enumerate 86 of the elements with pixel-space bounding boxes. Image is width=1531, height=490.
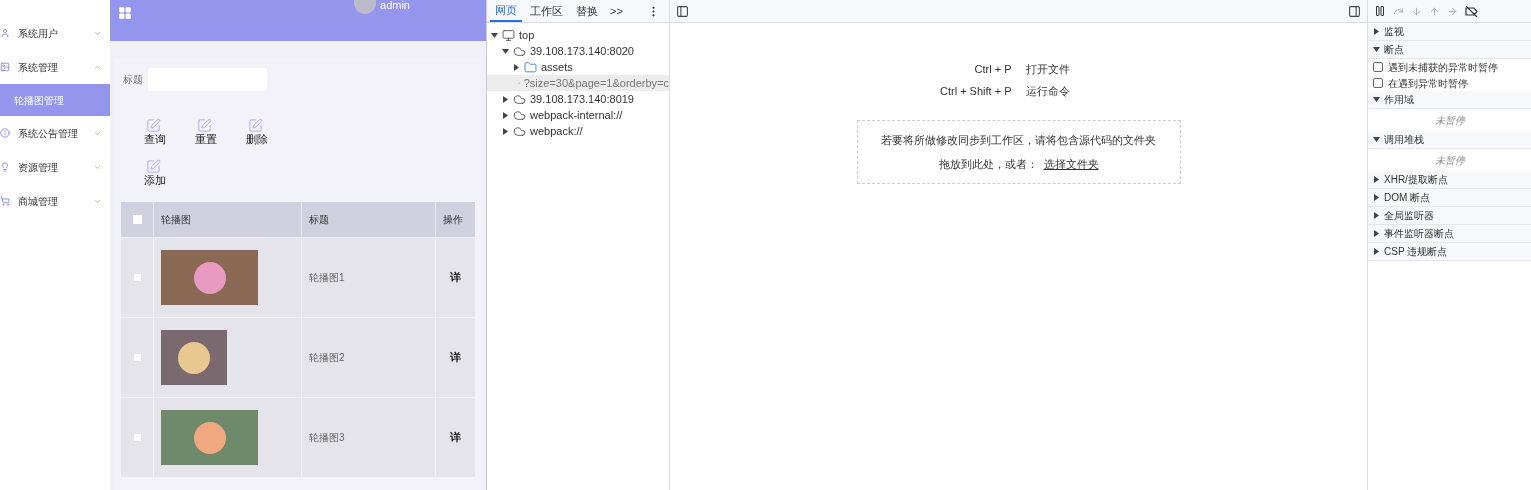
expanded-triangle-icon[interactable] [1373, 96, 1380, 103]
row-title: 轮播图2 [309, 351, 345, 365]
toggle-sidebar-icon[interactable] [676, 4, 689, 18]
detail-link[interactable]: 详 [450, 269, 461, 286]
photo-placeholder [161, 330, 227, 385]
checkbox-label[interactable]: 遇到未捕获的异常时暂停 [1388, 59, 1498, 75]
drop-hint: 拖放到此处，或者： [938, 157, 1038, 172]
tree-item[interactable]: assets [487, 59, 669, 75]
sidebar-item[interactable]: 系统用户 [0, 16, 110, 50]
tree-item[interactable]: ?size=30&page=1&orderby=c [487, 75, 669, 91]
empty-message: 未暂停 [1434, 153, 1465, 168]
collapsed-triangle-icon[interactable] [502, 127, 509, 135]
detail-link[interactable]: 详 [450, 349, 461, 366]
panel-tab[interactable]: 工作区 [525, 0, 568, 22]
expanded-triangle-icon[interactable] [1373, 46, 1380, 53]
more-tabs-button[interactable]: >> [606, 2, 627, 20]
deactivate-breakpoints-icon[interactable] [1465, 5, 1478, 17]
frame-icon [502, 28, 515, 42]
expanded-triangle-icon[interactable] [502, 47, 509, 55]
collapsed-triangle-icon[interactable] [513, 63, 520, 71]
collapsed-triangle-icon[interactable] [502, 111, 509, 119]
select-folder-link[interactable]: 选择文件夹 [1043, 156, 1099, 173]
edit-icon [197, 118, 212, 133]
tree-item[interactable]: 39.108.173.140:8020 [487, 43, 669, 59]
edit-icon [146, 118, 161, 133]
action-button[interactable]: 添加 [144, 159, 174, 186]
cloud-icon [513, 124, 526, 138]
collapsed-triangle-icon[interactable] [1373, 194, 1380, 201]
checkbox-label[interactable]: 在遇到异常时暂停 [1388, 75, 1468, 91]
checkbox[interactable] [1373, 62, 1383, 72]
tree-item[interactable]: webpack-internal:// [487, 107, 669, 123]
tree-item[interactable]: 39.108.173.140:8019 [487, 91, 669, 107]
section-header[interactable]: 断点 [1384, 42, 1404, 57]
collapsed-triangle-icon[interactable] [1373, 28, 1380, 35]
sidebar-item[interactable]: 商城管理 [0, 184, 110, 218]
cloud-icon [513, 108, 526, 122]
info-icon [0, 128, 10, 138]
expanded-triangle-icon[interactable] [1373, 136, 1380, 143]
sidebar-item[interactable]: 系统管理 [0, 50, 110, 84]
sidebar-item[interactable]: 资源管理 [0, 150, 110, 184]
select-all-checkbox[interactable] [132, 215, 142, 224]
section-header[interactable]: 作用域 [1384, 92, 1414, 107]
section-header[interactable]: 监视 [1384, 24, 1404, 39]
cloud-icon [513, 92, 526, 106]
action-button[interactable]: 删除 [246, 118, 276, 145]
tree-item[interactable]: webpack:// [487, 123, 669, 139]
folder-icon [524, 60, 537, 74]
empty-message: 未暂停 [1434, 113, 1465, 128]
edit-icon [248, 118, 263, 133]
column-header[interactable]: 操作 [435, 202, 475, 237]
checkbox[interactable] [1373, 78, 1383, 88]
field-label: 标题 [123, 73, 143, 87]
expanded-triangle-icon[interactable] [491, 31, 498, 39]
picture-icon [0, 62, 10, 72]
shortcut-keys: Ctrl + Shift + P [911, 82, 1012, 100]
action-button[interactable]: 查询 [144, 118, 174, 145]
collapsed-triangle-icon[interactable] [502, 95, 509, 103]
pause-icon[interactable] [1374, 5, 1386, 17]
toggle-debugger-icon[interactable] [1348, 4, 1361, 18]
row-checkbox[interactable] [133, 274, 141, 281]
tree-item[interactable]: top [487, 27, 669, 43]
collapsed-triangle-icon[interactable] [1373, 230, 1380, 237]
collapsed-triangle-icon[interactable] [1373, 212, 1380, 219]
cart-icon [0, 196, 10, 206]
bulb-icon [0, 162, 10, 172]
shortcut-action: 运行命令 [1025, 83, 1071, 99]
collapsed-triangle-icon[interactable] [1373, 248, 1380, 255]
row-checkbox[interactable] [133, 354, 141, 361]
column-header[interactable]: 标题 [301, 202, 435, 237]
grid-icon[interactable] [118, 6, 132, 20]
column-header[interactable]: 轮播图 [153, 202, 301, 237]
row-title: 轮播图1 [309, 271, 345, 285]
shortcut-keys: Ctrl + P [911, 60, 1012, 78]
detail-link[interactable]: 详 [450, 429, 461, 446]
panel-tab[interactable]: 网页 [490, 0, 522, 22]
cloud-icon [513, 44, 526, 58]
collapsed-triangle-icon[interactable] [1373, 176, 1380, 183]
sidebar-item[interactable]: 系统公告管理 [0, 116, 110, 150]
person-icon [0, 28, 10, 38]
panel-tab[interactable]: 替换 [571, 0, 603, 22]
drop-hint: 若要将所做修改同步到工作区，请将包含源代码的文件夹 [881, 132, 1156, 148]
row-title: 轮播图3 [309, 431, 345, 445]
shortcut-action: 打开文件 [1025, 61, 1071, 77]
action-button[interactable]: 重置 [195, 118, 225, 145]
row-checkbox[interactable] [133, 434, 141, 441]
edit-icon [146, 159, 161, 174]
